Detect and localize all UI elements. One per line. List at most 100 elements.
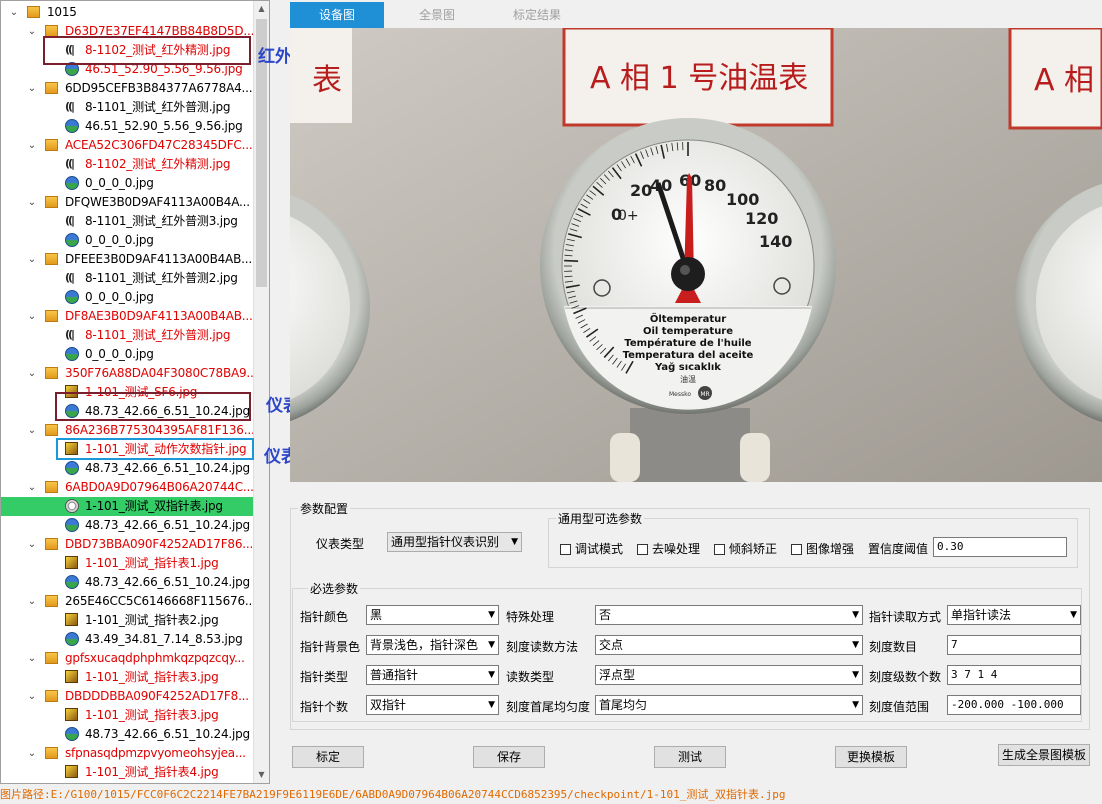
tree-expander-icon[interactable]: ⌄: [27, 592, 37, 611]
tree-expander-icon[interactable]: ⌄: [27, 744, 37, 763]
meter-image-icon: [65, 556, 78, 569]
bg-color-select[interactable]: 背景浅色，指针深色 ▼: [366, 635, 499, 655]
replace-template-button[interactable]: 更换模板: [835, 746, 907, 768]
tree-file-row[interactable]: 0_0_0_0.jpg: [1, 231, 255, 250]
checkbox-tilt-correction[interactable]: 倾斜矫正: [714, 540, 777, 557]
tree-expander-icon[interactable]: ⌄: [27, 136, 37, 155]
checkbox-denoise[interactable]: 去噪处理: [637, 540, 700, 557]
tab-panorama[interactable]: 全景图: [390, 2, 484, 28]
tree-file-row[interactable]: 1-101_测试_双指针表.jpg: [1, 497, 255, 516]
tab-device-image[interactable]: 设备图: [290, 2, 384, 28]
tree-file-row[interactable]: 46.51_52.90_5.56_9.56.jpg: [1, 117, 255, 136]
tab-calibration-result[interactable]: 标定结果: [490, 2, 584, 28]
tree-folder-row[interactable]: ⌄ DFQWE3B0D9AF4113A00B4A...: [1, 193, 255, 212]
pointer-type-select[interactable]: 普通指针 ▼: [366, 665, 499, 685]
calibrate-button[interactable]: 标定: [292, 746, 364, 768]
pointer-color-select[interactable]: 黑 ▼: [366, 605, 499, 625]
tree-row-label: 46.51_52.90_5.56_9.56.jpg: [85, 119, 243, 133]
chevron-down-icon: ▼: [511, 537, 518, 547]
tree-expander-icon[interactable]: ⌄: [27, 421, 37, 440]
scroll-down-arrow-icon[interactable]: ▼: [254, 767, 269, 783]
panorama-image-icon: [65, 632, 79, 646]
dial-number-80: 80: [704, 176, 726, 195]
scroll-up-arrow-icon[interactable]: ▲: [254, 1, 269, 17]
scale-method-select[interactable]: 交点 ▼: [595, 635, 863, 655]
infrared-wave-icon: ((|: [65, 328, 75, 341]
tree-file-row[interactable]: 1-101_测试_指针表1.jpg: [1, 554, 255, 573]
tree-row-label: 0_0_0_0.jpg: [85, 290, 154, 304]
tree-folder-row[interactable]: ⌄ DFEEE3B0D9AF4113A00B4AB...: [1, 250, 255, 269]
tree-expander-icon[interactable]: ⌄: [9, 3, 19, 22]
uniformity-select[interactable]: 首尾均匀 ▼: [595, 695, 863, 715]
tree-file-row[interactable]: 1-101_测试_指针表4.jpg: [1, 763, 255, 782]
tree-row-label: 8-1101_测试_红外普测3.jpg: [85, 214, 238, 228]
tree-file-row[interactable]: 43.49_34.81_7.14_8.53.jpg: [1, 630, 255, 649]
tree-row-label: 0_0_0_0.jpg: [85, 347, 154, 361]
tree-expander-icon[interactable]: ⌄: [27, 649, 37, 668]
tree-file-row[interactable]: 48.73_42.66_6.51_10.24.jpg: [1, 516, 255, 535]
test-button[interactable]: 测试: [654, 746, 726, 768]
image-path-status: 图片路径:E:/G100/1015/FCC0F6C2C2214FE7BA219F…: [0, 788, 786, 801]
tree-row-label: DBD73BBA090F4252AD17F86...: [65, 537, 254, 551]
tree-row-label: 1015: [47, 5, 77, 19]
tree-folder-row[interactable]: ⌄ ACEA52C306FD47C28345DFC...: [1, 136, 255, 155]
save-button[interactable]: 保存: [473, 746, 545, 768]
tree-file-row[interactable]: ((| 8-1101_测试_红外普测3.jpg: [1, 212, 255, 231]
tree-expander-icon[interactable]: ⌄: [27, 478, 37, 497]
dial-number-140: 140: [759, 232, 792, 251]
tree-root-row[interactable]: ⌄ 1015: [1, 3, 255, 22]
tree-folder-row[interactable]: ⌄ gpfsxucaqdphphmkqzpqzcqy...: [1, 649, 255, 668]
confidence-input[interactable]: 0.30: [933, 537, 1067, 557]
read-mode-value: 单指针读法: [951, 608, 1012, 622]
tree-file-row[interactable]: 48.73_42.66_6.51_10.24.jpg: [1, 573, 255, 592]
meter-type-select[interactable]: 通用型指针仪表识别 ▼: [387, 532, 522, 552]
tree-folder-row[interactable]: ⌄ 6DD95CEFB3B84377A6778A4...: [1, 79, 255, 98]
device-image-view[interactable]: 表 A 相 1 号油温表 A 相 0 0+ 20 40 60 80 100 12…: [290, 28, 1102, 482]
tree-expander-icon[interactable]: ⌄: [27, 687, 37, 706]
tree-file-row[interactable]: ((| 8-1101_测试_红外普测.jpg: [1, 98, 255, 117]
checkbox-denoise-label: 去噪处理: [652, 542, 701, 556]
tree-expander-icon[interactable]: ⌄: [27, 22, 37, 41]
tree-folder-row[interactable]: ⌄ 6ABD0A9D07964B06A20744C...: [1, 478, 255, 497]
tree-file-row[interactable]: 48.73_42.66_6.51_10.24.jpg: [1, 725, 255, 744]
tree-file-row[interactable]: ((| 8-1102_测试_红外精测.jpg: [1, 155, 255, 174]
tree-file-row[interactable]: 1-101_测试_指针表2.jpg: [1, 611, 255, 630]
tree-folder-row[interactable]: ⌄ DBDDDBBA090F4252AD17F8...: [1, 687, 255, 706]
tree-folder-row[interactable]: ⌄ 265E46CC5C6146668F115676...: [1, 592, 255, 611]
generate-panorama-template-button[interactable]: 生成全景图模板: [998, 744, 1090, 766]
checkbox-debug-mode[interactable]: 调试模式: [560, 540, 623, 557]
tree-file-row[interactable]: 48.73_42.66_6.51_10.24.jpg: [1, 459, 255, 478]
scale-count-input[interactable]: 7: [947, 635, 1081, 655]
tree-file-row[interactable]: ((| 8-1101_测试_红外普测2.jpg: [1, 269, 255, 288]
tree-file-row[interactable]: 1-101_测试_指针表3.jpg: [1, 706, 255, 725]
reading-type-value: 浮点型: [599, 668, 636, 682]
tree-expander-icon[interactable]: ⌄: [27, 79, 37, 98]
tree-row-label: 6ABD0A9D07964B06A20744C...: [65, 480, 254, 494]
scale-range-input[interactable]: -200.000 -100.000: [947, 695, 1081, 715]
reading-type-select[interactable]: 浮点型 ▼: [595, 665, 863, 685]
tree-file-row[interactable]: ((| 8-1101_测试_红外普测.jpg: [1, 326, 255, 345]
tree-folder-row[interactable]: ⌄ DF8AE3B0D9AF4113A00B4AB...: [1, 307, 255, 326]
tree-folder-row[interactable]: ⌄ sfpnasqdpmzpvyomeohsyjea...: [1, 744, 255, 763]
tree-folder-row[interactable]: ⌄ DBD73BBA090F4252AD17F86...: [1, 535, 255, 554]
tree-file-row[interactable]: 0_0_0_0.jpg: [1, 174, 255, 193]
tree-expander-icon[interactable]: ⌄: [27, 250, 37, 269]
meter-type-label: 仪表类型: [316, 537, 365, 551]
tree-expander-icon[interactable]: ⌄: [27, 193, 37, 212]
tree-file-row[interactable]: 0_0_0_0.jpg: [1, 345, 255, 364]
pointer-count-select[interactable]: 双指针 ▼: [366, 695, 499, 715]
special-processing-select[interactable]: 否 ▼: [595, 605, 863, 625]
tree-expander-icon[interactable]: ⌄: [27, 307, 37, 326]
checkbox-icon[interactable]: [637, 544, 648, 555]
checkbox-icon[interactable]: [714, 544, 725, 555]
scale-levels-input[interactable]: 3 7 1 4: [947, 665, 1081, 685]
tree-folder-row[interactable]: ⌄ 350F76A88DA04F3080C78BA9...: [1, 364, 255, 383]
checkbox-icon[interactable]: [560, 544, 571, 555]
checkbox-icon[interactable]: [791, 544, 802, 555]
tree-expander-icon[interactable]: ⌄: [27, 535, 37, 554]
tree-file-row[interactable]: 0_0_0_0.jpg: [1, 288, 255, 307]
tree-file-row[interactable]: 1-101_测试_指针表3.jpg: [1, 668, 255, 687]
read-mode-select[interactable]: 单指针读法 ▼: [947, 605, 1081, 625]
checkbox-image-enhance[interactable]: 图像增强: [791, 540, 854, 557]
tree-expander-icon[interactable]: ⌄: [27, 364, 37, 383]
